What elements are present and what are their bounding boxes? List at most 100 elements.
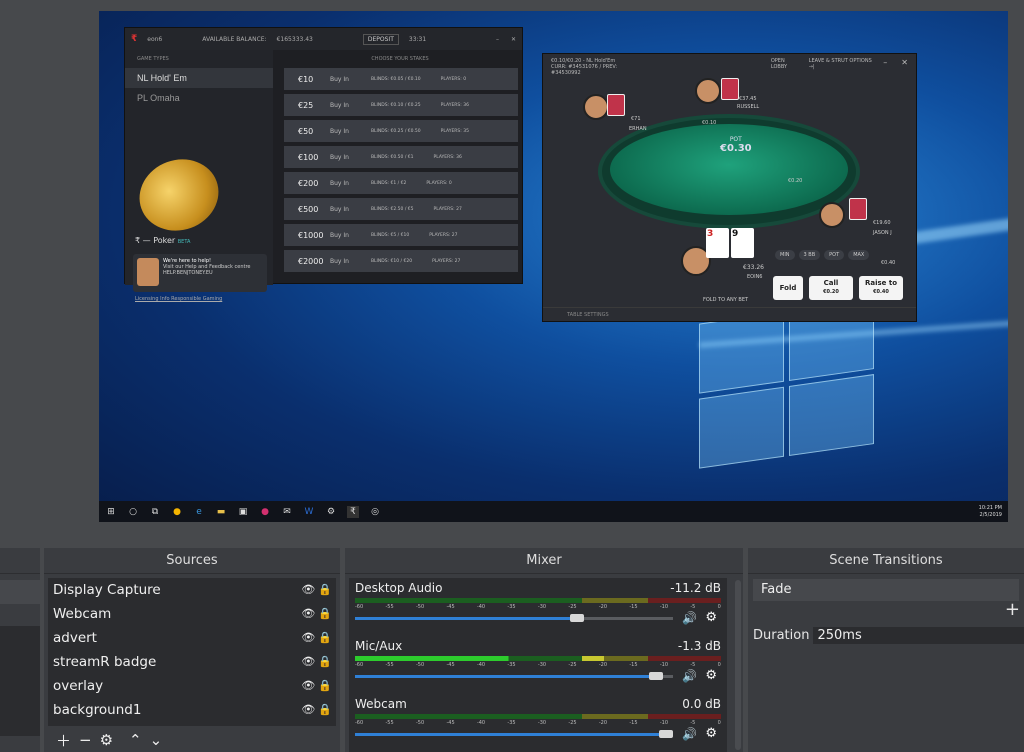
eye-icon[interactable]: 👁 [301, 607, 315, 620]
fader-knob[interactable] [570, 614, 584, 622]
fold-button[interactable]: Fold [773, 276, 803, 300]
table-settings-link[interactable]: TABLE SETTINGS [567, 312, 609, 318]
lobby-links[interactable]: Licensing Info Responsible Gaming [135, 296, 222, 302]
scenes-dock [0, 548, 40, 752]
move-down-icon[interactable]: ⌄ [150, 731, 163, 749]
volume-fader[interactable]: 🔊 ⚙ [355, 610, 721, 625]
raise-button[interactable]: Raise to €0.40 [859, 276, 903, 300]
stake-amount: €2000 [298, 256, 324, 266]
search-icon[interactable]: ○ [127, 506, 139, 518]
player-avatar[interactable] [695, 78, 721, 104]
scene-item[interactable] [0, 580, 40, 604]
close-icon[interactable]: ✕ [901, 58, 908, 67]
lock-icon[interactable]: 🔒 [318, 607, 332, 620]
speaker-icon[interactable]: 🔊 [682, 611, 697, 625]
close-icon[interactable]: ✕ [511, 36, 516, 43]
remove-source-icon[interactable]: − [79, 731, 92, 749]
stake-row[interactable]: €200 Buy In BLINDS: €1 / €2 PLAYERS: 0 [284, 172, 518, 194]
stake-row[interactable]: €50 Buy In BLINDS: €0.25 / €0.50 PLAYERS: 3… [284, 120, 518, 142]
leave-link[interactable]: LEAVE & STRUT OPTIONS →| [809, 58, 876, 70]
channel-db: 0.0 dB [682, 697, 721, 711]
fold-to-any-toggle[interactable]: FOLD TO ANY BET [703, 297, 748, 303]
lock-icon[interactable]: 🔒 [318, 655, 332, 668]
min-button[interactable]: MIN [775, 250, 795, 260]
gear-icon[interactable]: ⚙ [100, 731, 113, 749]
fader-knob[interactable] [659, 730, 673, 738]
mixer-scrollbar[interactable] [735, 580, 741, 750]
meter-tick: -40 [476, 720, 486, 726]
chrome-icon[interactable]: ● [171, 506, 183, 518]
stake-row[interactable]: €25 Buy In BLINDS: €0.10 / €0.25 PLAYERS: 3… [284, 94, 518, 116]
eye-icon[interactable]: 👁 [301, 631, 315, 644]
source-item[interactable]: Webcam 👁 🔒 [48, 602, 336, 626]
game-type-nl-holdem[interactable]: NL Hold' Em [125, 68, 273, 88]
minimize-icon[interactable]: – [496, 36, 499, 43]
desktop-capture: ₹ eon6 AVAILABLE BALANCE: €165333.43 DEP… [99, 11, 1008, 522]
source-item[interactable]: streamR badge 👁 🔒 [48, 650, 336, 674]
poker-app-icon[interactable]: ₹ [347, 505, 359, 518]
edge-icon[interactable]: e [193, 506, 205, 518]
folder-icon[interactable]: ▬ [215, 506, 227, 518]
word-icon[interactable]: W [303, 506, 315, 518]
stake-row[interactable]: €2000 Buy In BLINDS: €10 / €20 PLAYERS: 27 [284, 250, 518, 272]
start-icon[interactable]: ⊞ [105, 506, 117, 518]
stake-row[interactable]: €1000 Buy In BLINDS: €5 / €10 PLAYERS: 27 [284, 224, 518, 246]
gear-icon[interactable]: ⚙ [705, 668, 717, 683]
game-type-pl-omaha[interactable]: PL Omaha [125, 88, 273, 108]
player-avatar[interactable] [819, 202, 845, 228]
duration-input[interactable]: 250ms [813, 627, 1024, 644]
speaker-icon[interactable]: 🔊 [682, 727, 697, 741]
task-view-icon[interactable]: ⧉ [149, 506, 161, 518]
open-lobby-link[interactable]: OPEN LOBBY [771, 58, 801, 70]
pot-button[interactable]: POT [824, 250, 845, 260]
transition-select[interactable]: Fade [753, 579, 1019, 601]
meter-tick: -25 [568, 604, 577, 610]
store-icon[interactable]: ▣ [237, 506, 249, 518]
gear-icon[interactable]: ⚙ [705, 610, 717, 625]
lobby-titlebar: ₹ eon6 AVAILABLE BALANCE: €165333.43 DEP… [125, 28, 522, 50]
mail-icon[interactable]: ✉ [281, 506, 293, 518]
stake-players: PLAYERS: 0 [440, 76, 467, 82]
level-meter [355, 598, 721, 603]
source-item[interactable]: advert 👁 🔒 [48, 626, 336, 650]
stake-row[interactable]: €10 Buy In BLINDS: €0.05 / €0.10 PLAYERS: 0 [284, 68, 518, 90]
lock-icon[interactable]: 🔒 [318, 679, 332, 692]
app-icon[interactable]: ● [259, 506, 271, 518]
stake-row[interactable]: €500 Buy In BLINDS: €2.50 / €5 PLAYERS: 27 [284, 198, 518, 220]
lobby-user[interactable]: eon6 [147, 36, 162, 43]
max-button[interactable]: MAX [848, 250, 870, 260]
lock-icon[interactable]: 🔒 [318, 583, 332, 596]
source-item[interactable]: background1 👁 🔒 [48, 698, 336, 722]
add-transition-icon[interactable]: + [748, 601, 1024, 619]
stake-players: PLAYERS: 27 [429, 232, 458, 238]
gear-icon[interactable]: ⚙ [325, 506, 337, 518]
game-types-heading: GAME TYPES [137, 56, 169, 62]
call-button[interactable]: Call €0.20 [809, 276, 853, 300]
meter-ticks: -60 -55 -50 -45 -40 -35 -30 -25 -20 -15 -10 -5 0 [355, 720, 721, 726]
lock-icon[interactable]: 🔒 [318, 631, 332, 644]
minimize-icon[interactable]: – [883, 58, 887, 67]
eye-icon[interactable]: 👁 [301, 679, 315, 692]
meter-tick: -10 [659, 604, 669, 610]
help-box[interactable]: We're here to help! Visit our Help and F… [133, 254, 267, 292]
volume-fader[interactable]: 🔊 ⚙ [355, 668, 721, 683]
speaker-icon[interactable]: 🔊 [682, 669, 697, 683]
eye-icon[interactable]: 👁 [301, 655, 315, 668]
add-source-icon[interactable]: ＋ [56, 730, 71, 751]
deposit-button[interactable]: DEPOSIT [362, 33, 399, 45]
volume-fader[interactable]: 🔊 ⚙ [355, 726, 721, 741]
move-up-icon[interactable]: ⌃ [129, 731, 142, 749]
stake-row[interactable]: €100 Buy In BLINDS: €0.50 / €1 PLAYERS: 36 [284, 146, 518, 168]
lock-icon[interactable]: 🔒 [318, 703, 332, 716]
eye-icon[interactable]: 👁 [301, 703, 315, 716]
source-label: streamR badge [53, 654, 157, 670]
fader-knob[interactable] [649, 672, 663, 680]
gear-icon[interactable]: ⚙ [705, 726, 717, 741]
source-item[interactable]: overlay 👁 🔒 [48, 674, 336, 698]
player-avatar[interactable] [583, 94, 609, 120]
3bb-button[interactable]: 3 BB [798, 250, 821, 260]
eye-icon[interactable]: 👁 [301, 583, 315, 596]
source-item[interactable]: Display Capture 👁 🔒 [48, 578, 336, 602]
stake-amount: €1000 [298, 230, 324, 240]
obs-icon[interactable]: ◎ [369, 506, 381, 518]
